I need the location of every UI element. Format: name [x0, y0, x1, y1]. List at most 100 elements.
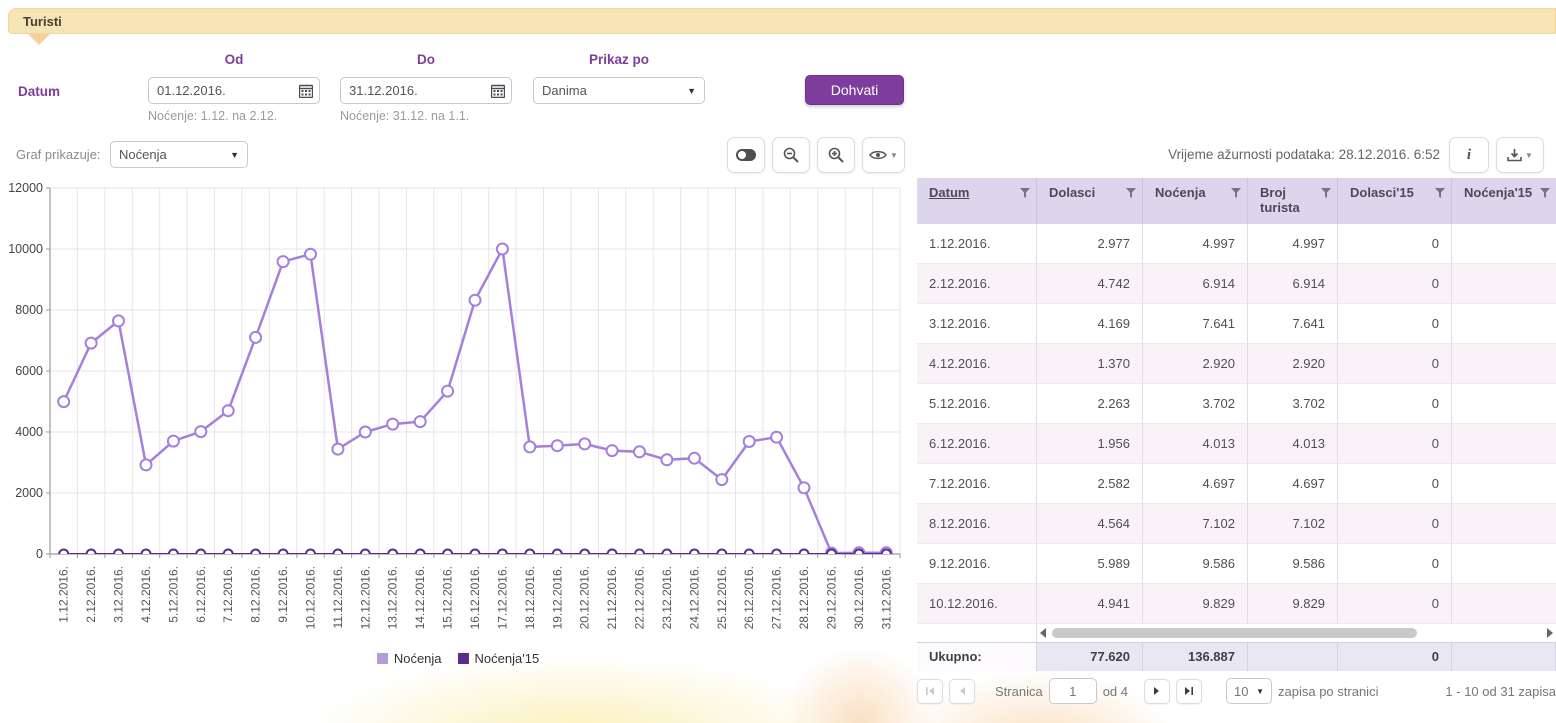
- legend-item[interactable]: Noćenja: [377, 651, 442, 666]
- data-point[interactable]: [744, 436, 755, 447]
- table-cell[interactable]: [1452, 464, 1556, 504]
- data-point[interactable]: [552, 440, 563, 451]
- data-point[interactable]: [279, 550, 288, 559]
- data-point[interactable]: [278, 256, 289, 267]
- series-1[interactable]: [59, 550, 891, 559]
- table-cell[interactable]: [1452, 344, 1556, 384]
- data-point[interactable]: [223, 405, 234, 416]
- table-cell[interactable]: 0: [1338, 464, 1452, 504]
- data-point[interactable]: [87, 550, 96, 559]
- data-point[interactable]: [635, 550, 644, 559]
- table-cell[interactable]: 2.920: [1143, 344, 1248, 384]
- table-cell[interactable]: 7.102: [1143, 504, 1248, 544]
- page-number-input[interactable]: [1049, 678, 1097, 704]
- table-cell[interactable]: [1452, 504, 1556, 544]
- date-from-input[interactable]: [149, 83, 293, 98]
- data-point[interactable]: [608, 550, 617, 559]
- data-point[interactable]: [497, 244, 508, 255]
- table-cell[interactable]: 0: [1338, 264, 1452, 304]
- data-point[interactable]: [579, 438, 590, 449]
- table-cell[interactable]: 2.582: [1037, 464, 1143, 504]
- table-cell[interactable]: 7.12.2016.: [917, 464, 1037, 504]
- data-point[interactable]: [250, 332, 261, 343]
- scroll-right-icon[interactable]: [1547, 628, 1553, 638]
- data-point[interactable]: [689, 453, 700, 464]
- data-point[interactable]: [141, 459, 152, 470]
- table-cell[interactable]: 5.989: [1037, 544, 1143, 584]
- data-point[interactable]: [168, 436, 179, 447]
- filter-icon[interactable]: [1321, 188, 1331, 199]
- data-point[interactable]: [58, 396, 69, 407]
- data-point[interactable]: [169, 550, 178, 559]
- filter-icon[interactable]: [1540, 188, 1550, 199]
- legend-item[interactable]: Noćenja'15: [458, 651, 540, 666]
- data-point[interactable]: [59, 550, 68, 559]
- date-to-input[interactable]: [341, 83, 485, 98]
- table-cell[interactable]: [1452, 424, 1556, 464]
- table-cell[interactable]: 5.12.2016.: [917, 384, 1037, 424]
- table-cell[interactable]: 0: [1338, 344, 1452, 384]
- table-cell[interactable]: 4.12.2016.: [917, 344, 1037, 384]
- table-cell[interactable]: 4.997: [1143, 224, 1248, 264]
- data-point[interactable]: [333, 550, 342, 559]
- data-point[interactable]: [690, 550, 699, 559]
- table-cell[interactable]: [1452, 224, 1556, 264]
- data-point[interactable]: [196, 550, 205, 559]
- data-point[interactable]: [360, 427, 371, 438]
- data-point[interactable]: [799, 482, 810, 493]
- data-point[interactable]: [470, 295, 481, 306]
- next-page-button[interactable]: [1144, 679, 1170, 704]
- filter-icon[interactable]: [1231, 188, 1241, 199]
- scroll-left-icon[interactable]: [1040, 628, 1046, 638]
- table-cell[interactable]: 0: [1338, 224, 1452, 264]
- prikaz-po-select[interactable]: Danima ▼: [533, 77, 705, 104]
- last-page-button[interactable]: [1176, 679, 1202, 704]
- table-cell[interactable]: 3.702: [1143, 384, 1248, 424]
- data-point[interactable]: [717, 550, 726, 559]
- filter-icon[interactable]: [1126, 188, 1136, 199]
- scroll-track[interactable]: [1050, 627, 1543, 639]
- table-cell[interactable]: 0: [1338, 504, 1452, 544]
- table-cell[interactable]: 4.013: [1248, 424, 1338, 464]
- data-point[interactable]: [305, 249, 316, 260]
- filter-icon[interactable]: [1020, 188, 1030, 199]
- table-cell[interactable]: 0: [1338, 384, 1452, 424]
- table-cell[interactable]: 4.564: [1037, 504, 1143, 544]
- table-cell[interactable]: 7.641: [1248, 304, 1338, 344]
- filter-icon[interactable]: [1435, 188, 1445, 199]
- table-cell[interactable]: 3.702: [1248, 384, 1338, 424]
- visibility-dropdown-button[interactable]: ▼: [862, 137, 905, 173]
- table-cell[interactable]: 9.586: [1143, 544, 1248, 584]
- data-point[interactable]: [745, 550, 754, 559]
- data-point[interactable]: [416, 550, 425, 559]
- table-cell[interactable]: [1452, 384, 1556, 424]
- column-header-4[interactable]: Broj turista: [1248, 178, 1338, 224]
- data-point[interactable]: [771, 432, 782, 443]
- data-point[interactable]: [306, 550, 315, 559]
- table-cell[interactable]: 9.829: [1248, 584, 1338, 624]
- data-point[interactable]: [854, 550, 863, 559]
- table-cell[interactable]: [1452, 584, 1556, 624]
- data-point[interactable]: [86, 338, 97, 349]
- table-cell[interactable]: 4.013: [1143, 424, 1248, 464]
- data-point[interactable]: [525, 550, 534, 559]
- table-cell[interactable]: 9.586: [1248, 544, 1338, 584]
- calendar-icon[interactable]: [293, 78, 319, 103]
- table-cell[interactable]: 6.914: [1248, 264, 1338, 304]
- table-cell[interactable]: 4.697: [1248, 464, 1338, 504]
- horizontal-scrollbar[interactable]: [1037, 624, 1556, 642]
- data-point[interactable]: [332, 444, 343, 455]
- data-point[interactable]: [580, 550, 589, 559]
- data-point[interactable]: [113, 315, 124, 326]
- data-point[interactable]: [471, 550, 480, 559]
- table-cell[interactable]: 1.956: [1037, 424, 1143, 464]
- data-point[interactable]: [772, 550, 781, 559]
- table-cell[interactable]: [1452, 264, 1556, 304]
- data-point[interactable]: [415, 416, 426, 427]
- first-page-button[interactable]: [917, 679, 943, 704]
- chart-canvas[interactable]: 0200040006000800010000120001.12.2016.2.1…: [8, 180, 908, 646]
- data-point[interactable]: [498, 550, 507, 559]
- dohvati-button[interactable]: Dohvati: [805, 75, 904, 105]
- column-header-3[interactable]: Noćenja: [1143, 178, 1248, 224]
- column-header-1[interactable]: Datum: [917, 178, 1037, 224]
